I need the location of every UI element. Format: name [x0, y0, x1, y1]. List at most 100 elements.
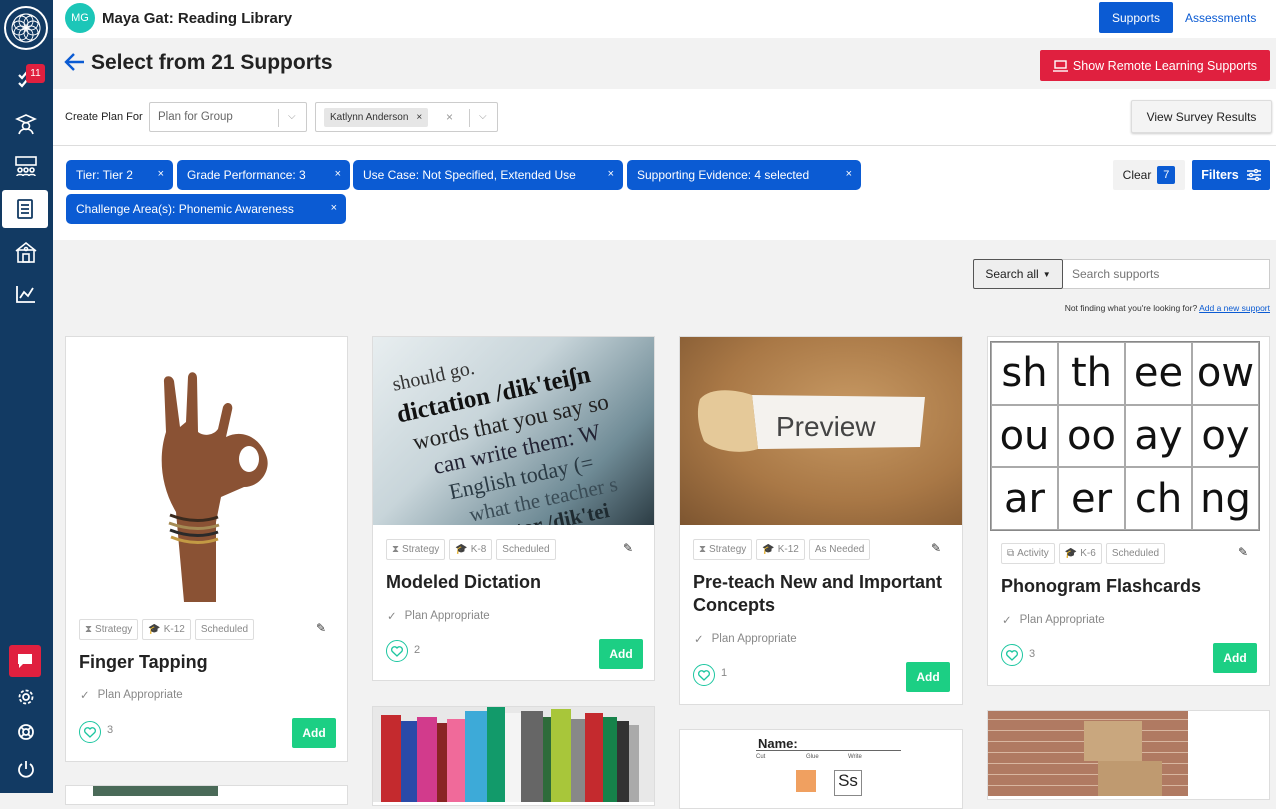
- worksheet-name-label: Name:: [758, 736, 798, 751]
- heart-icon[interactable]: [693, 664, 715, 686]
- school-icon[interactable]: [10, 236, 42, 268]
- tag-label: Scheduled: [200, 624, 249, 635]
- support-card[interactable]: ⧗ Strategy 🎓 K-12 Scheduled ✎ Finger Tappi…: [65, 336, 348, 762]
- check-icon: ✓: [694, 634, 704, 646]
- support-card[interactable]: should go. dictation /dik'teiʃn words th…: [372, 336, 655, 681]
- remove-filter-icon[interactable]: ×: [335, 168, 341, 180]
- add-new-support-link[interactable]: Add a new support: [1199, 303, 1270, 313]
- tag-grade: 🎓 K-12: [142, 619, 191, 640]
- books-image: [373, 707, 654, 802]
- add-button[interactable]: Add: [906, 662, 950, 692]
- check-icon: ✓: [80, 690, 90, 702]
- chart-icon[interactable]: [10, 278, 42, 310]
- card-title[interactable]: Finger Tapping: [79, 651, 335, 674]
- hourglass-icon: ⧗: [699, 544, 707, 555]
- add-button[interactable]: Add: [292, 718, 336, 748]
- filter-pill-tier[interactable]: Tier: Tier 2 ×: [66, 160, 173, 190]
- logo-icon[interactable]: [4, 6, 48, 50]
- select-separator: [469, 109, 470, 127]
- select-separator: [278, 109, 279, 127]
- card-image-partial: [93, 786, 218, 796]
- phonogram-cell: ay: [1125, 404, 1192, 468]
- power-icon[interactable]: [10, 753, 42, 785]
- pencil-icon[interactable]: ✎: [1238, 545, 1248, 559]
- plan-group-select[interactable]: Plan for Group ⌵: [149, 102, 307, 132]
- heart-icon[interactable]: [79, 721, 101, 743]
- like-count: 3: [1029, 648, 1036, 660]
- like-count: 2: [414, 644, 421, 656]
- assessments-link[interactable]: Assessments: [1185, 11, 1256, 25]
- support-card-partial[interactable]: [65, 785, 348, 805]
- worksheet-line: [756, 750, 901, 751]
- tag-type: ⧗ Strategy: [693, 539, 753, 560]
- remove-filter-icon[interactable]: ×: [608, 168, 614, 180]
- clear-filters-button[interactable]: Clear 7: [1113, 160, 1185, 190]
- preview-image: Preview: [680, 337, 962, 525]
- heart-icon[interactable]: [1001, 644, 1023, 666]
- pencil-icon[interactable]: ✎: [623, 541, 633, 555]
- support-card-partial[interactable]: [987, 710, 1270, 800]
- card-title[interactable]: Modeled Dictation: [386, 571, 642, 594]
- avatar[interactable]: MG: [65, 3, 95, 33]
- tag-type: ⧗ Strategy: [79, 619, 139, 640]
- tag-label: K-6: [1080, 548, 1096, 559]
- tag-grade: 🎓 K-8: [449, 539, 493, 560]
- filter-pill-use-case[interactable]: Use Case: Not Specified, Extended Use ×: [353, 160, 623, 190]
- tag-label: Strategy: [95, 624, 133, 635]
- book-icon[interactable]: [2, 190, 48, 228]
- tag-label: Activity: [1017, 548, 1049, 559]
- worksheet-glue-label: Glue: [806, 754, 819, 760]
- chat-icon[interactable]: [9, 645, 41, 677]
- filter-pill-label: Grade Performance: 3: [187, 168, 306, 182]
- remote-learning-label: Show Remote Learning Supports: [1072, 58, 1258, 73]
- card-title[interactable]: Phonogram Flashcards: [1001, 575, 1257, 598]
- like-count: 3: [107, 724, 114, 736]
- heart-icon[interactable]: [386, 640, 408, 662]
- box-shape: [1098, 761, 1162, 796]
- remove-filter-icon[interactable]: ×: [158, 168, 164, 180]
- chevron-down-icon[interactable]: ⌵: [288, 111, 296, 122]
- add-button[interactable]: Add: [1213, 643, 1257, 673]
- chevron-down-icon[interactable]: ⌵: [479, 111, 487, 122]
- card-tags: ⧗ Strategy 🎓 K-8 Scheduled: [386, 539, 556, 560]
- pencil-icon[interactable]: ✎: [316, 621, 326, 635]
- student-select[interactable]: Katlynn Anderson × × ⌵: [315, 102, 498, 132]
- plan-appropriate-label: Plan Appropriate: [711, 633, 797, 645]
- add-button[interactable]: Add: [599, 639, 643, 669]
- back-arrow-icon[interactable]: [64, 52, 86, 77]
- phonogram-cell: th: [1058, 342, 1125, 405]
- search-all-dropdown[interactable]: Search all ▼: [973, 259, 1063, 289]
- support-card-partial[interactable]: Name: Cut Glue Write Ss: [679, 729, 963, 809]
- tag-label: Strategy: [402, 544, 440, 555]
- filter-pill-challenge[interactable]: Challenge Area(s): Phonemic Awareness ×: [66, 194, 346, 224]
- tag-label: K-12: [777, 544, 799, 555]
- help-icon[interactable]: [10, 716, 42, 748]
- remove-filter-icon[interactable]: ×: [846, 168, 852, 180]
- tag-label: Scheduled: [502, 544, 550, 555]
- hand-ok-image: [66, 337, 347, 605]
- support-card[interactable]: Preview ⧗ Strategy 🎓 K-12 As Needed ✎ Pre-…: [679, 336, 963, 705]
- classroom-icon[interactable]: [10, 150, 42, 182]
- search-input[interactable]: [1063, 259, 1270, 289]
- student-chip: Katlynn Anderson ×: [324, 108, 429, 127]
- support-card-partial[interactable]: [372, 706, 655, 806]
- view-survey-button[interactable]: View Survey Results: [1131, 100, 1272, 133]
- page-header: Select from 21 Supports Show Remote Lear…: [53, 38, 1276, 89]
- card-title[interactable]: Pre-teach New and Important Concepts: [693, 571, 955, 617]
- plan-appropriate-label: Plan Appropriate: [1019, 614, 1105, 626]
- filter-pill-grade[interactable]: Grade Performance: 3 ×: [177, 160, 350, 190]
- pencil-icon[interactable]: ✎: [931, 541, 941, 555]
- filters-button[interactable]: Filters: [1192, 160, 1270, 190]
- tag-frequency: Scheduled: [1105, 543, 1166, 564]
- filter-pill-evidence[interactable]: Supporting Evidence: 4 selected ×: [627, 160, 861, 190]
- clear-select-icon[interactable]: ×: [446, 110, 453, 124]
- remote-learning-button[interactable]: Show Remote Learning Supports: [1040, 50, 1270, 81]
- supports-button[interactable]: Supports: [1099, 2, 1173, 33]
- phonogram-cell: ow: [1192, 342, 1259, 405]
- gear-icon[interactable]: [10, 681, 42, 713]
- graduation-cap-icon: 🎓: [148, 624, 161, 635]
- graduate-icon[interactable]: [10, 108, 42, 140]
- support-card[interactable]: sh th ee ow ou oo ay oy ar er ch ng ⧉ Activity 🎓 K-6 …: [987, 336, 1270, 686]
- chip-remove-icon[interactable]: ×: [416, 112, 422, 123]
- remove-filter-icon[interactable]: ×: [331, 202, 337, 214]
